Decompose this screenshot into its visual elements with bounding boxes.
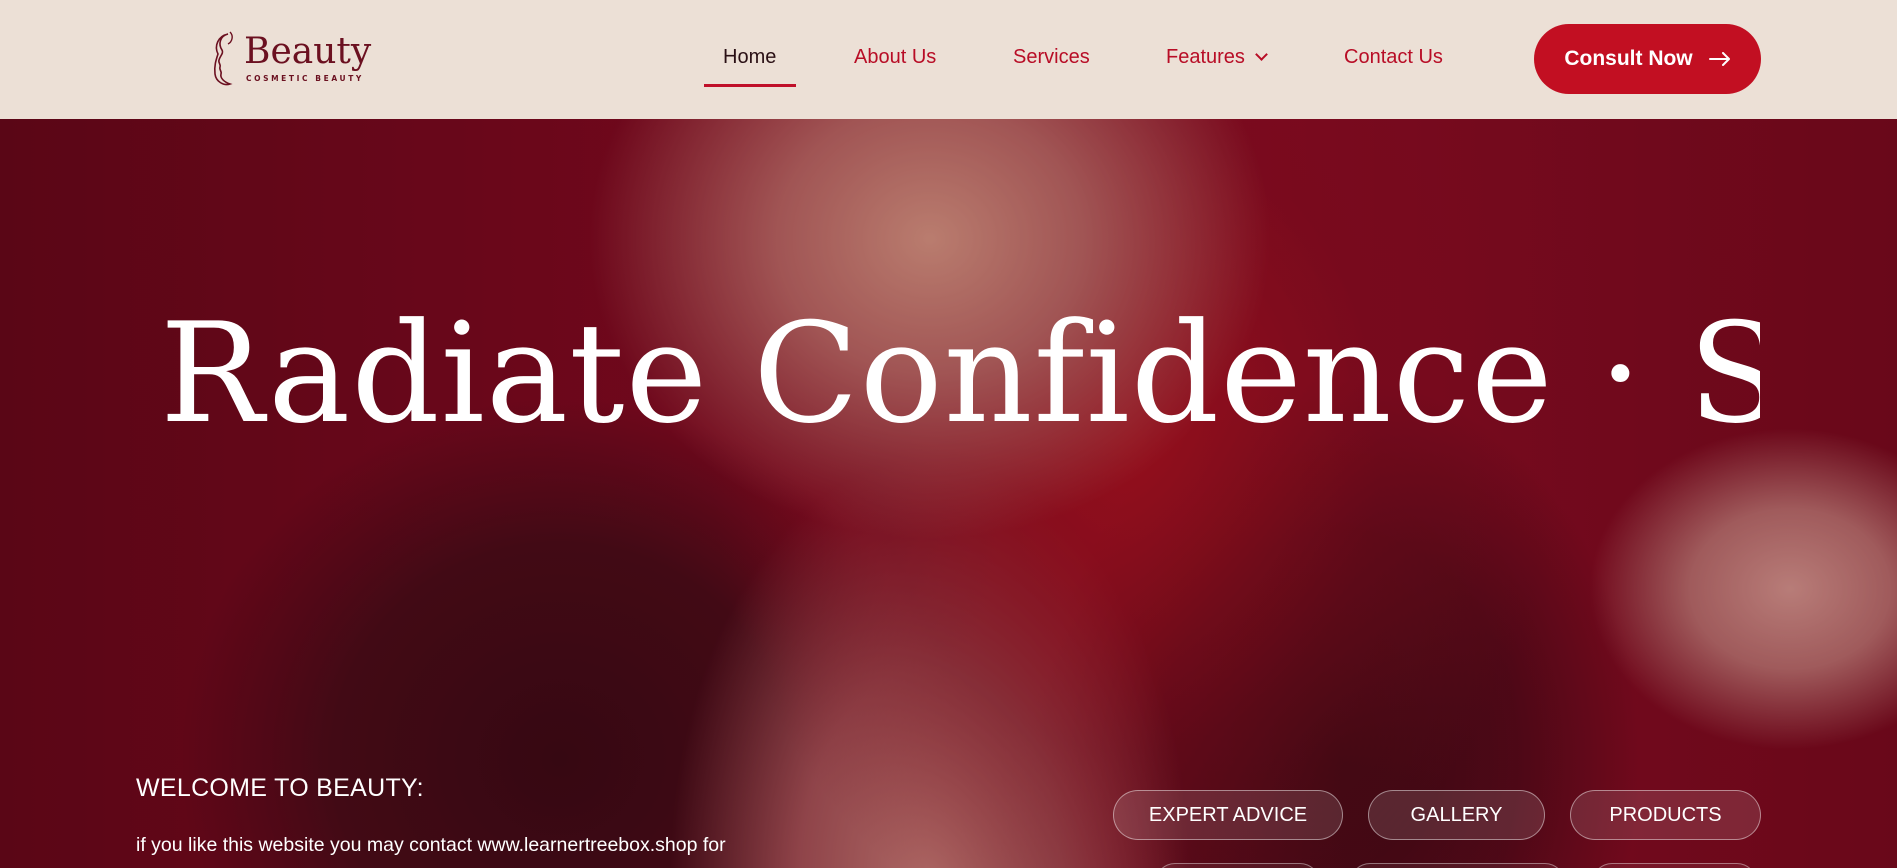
pill-gallery[interactable]: GALLERY xyxy=(1368,790,1545,840)
nav-about-us[interactable]: About Us xyxy=(854,46,936,69)
nav-features-label: Features xyxy=(1166,46,1245,68)
nav-contact-us[interactable]: Contact Us xyxy=(1344,46,1443,69)
nav-features[interactable]: Features xyxy=(1166,46,1268,69)
welcome-text: if you like this website you may contact… xyxy=(136,834,726,856)
hero-section: Radiate Confidence · Sh WELCOME TO BEAUT… xyxy=(0,119,1897,868)
nav-home[interactable]: Home xyxy=(723,46,776,69)
pill-expert-advice[interactable]: EXPERT ADVICE xyxy=(1113,790,1343,840)
pill-partial[interactable] xyxy=(1350,863,1565,868)
welcome-title: WELCOME TO BEAUTY: xyxy=(136,774,424,802)
nav-active-indicator xyxy=(704,84,796,87)
arrow-right-icon xyxy=(1708,52,1730,66)
site-header: Beauty COSMETIC BEAUTY Home About Us Ser… xyxy=(0,0,1897,119)
hero-marquee: Radiate Confidence · Sh xyxy=(160,299,1760,449)
chevron-down-icon xyxy=(1255,48,1268,61)
marquee-text: Radiate Confidence · Sh xyxy=(160,299,1760,449)
nav-services[interactable]: Services xyxy=(1013,46,1090,69)
consult-now-button[interactable]: Consult Now xyxy=(1534,24,1761,94)
pill-partial[interactable] xyxy=(1592,863,1757,868)
pill-products[interactable]: PRODUCTS xyxy=(1570,790,1761,840)
pill-partial[interactable] xyxy=(1155,863,1320,868)
hero-background-image xyxy=(0,119,1897,868)
consult-now-label: Consult Now xyxy=(1564,47,1693,70)
